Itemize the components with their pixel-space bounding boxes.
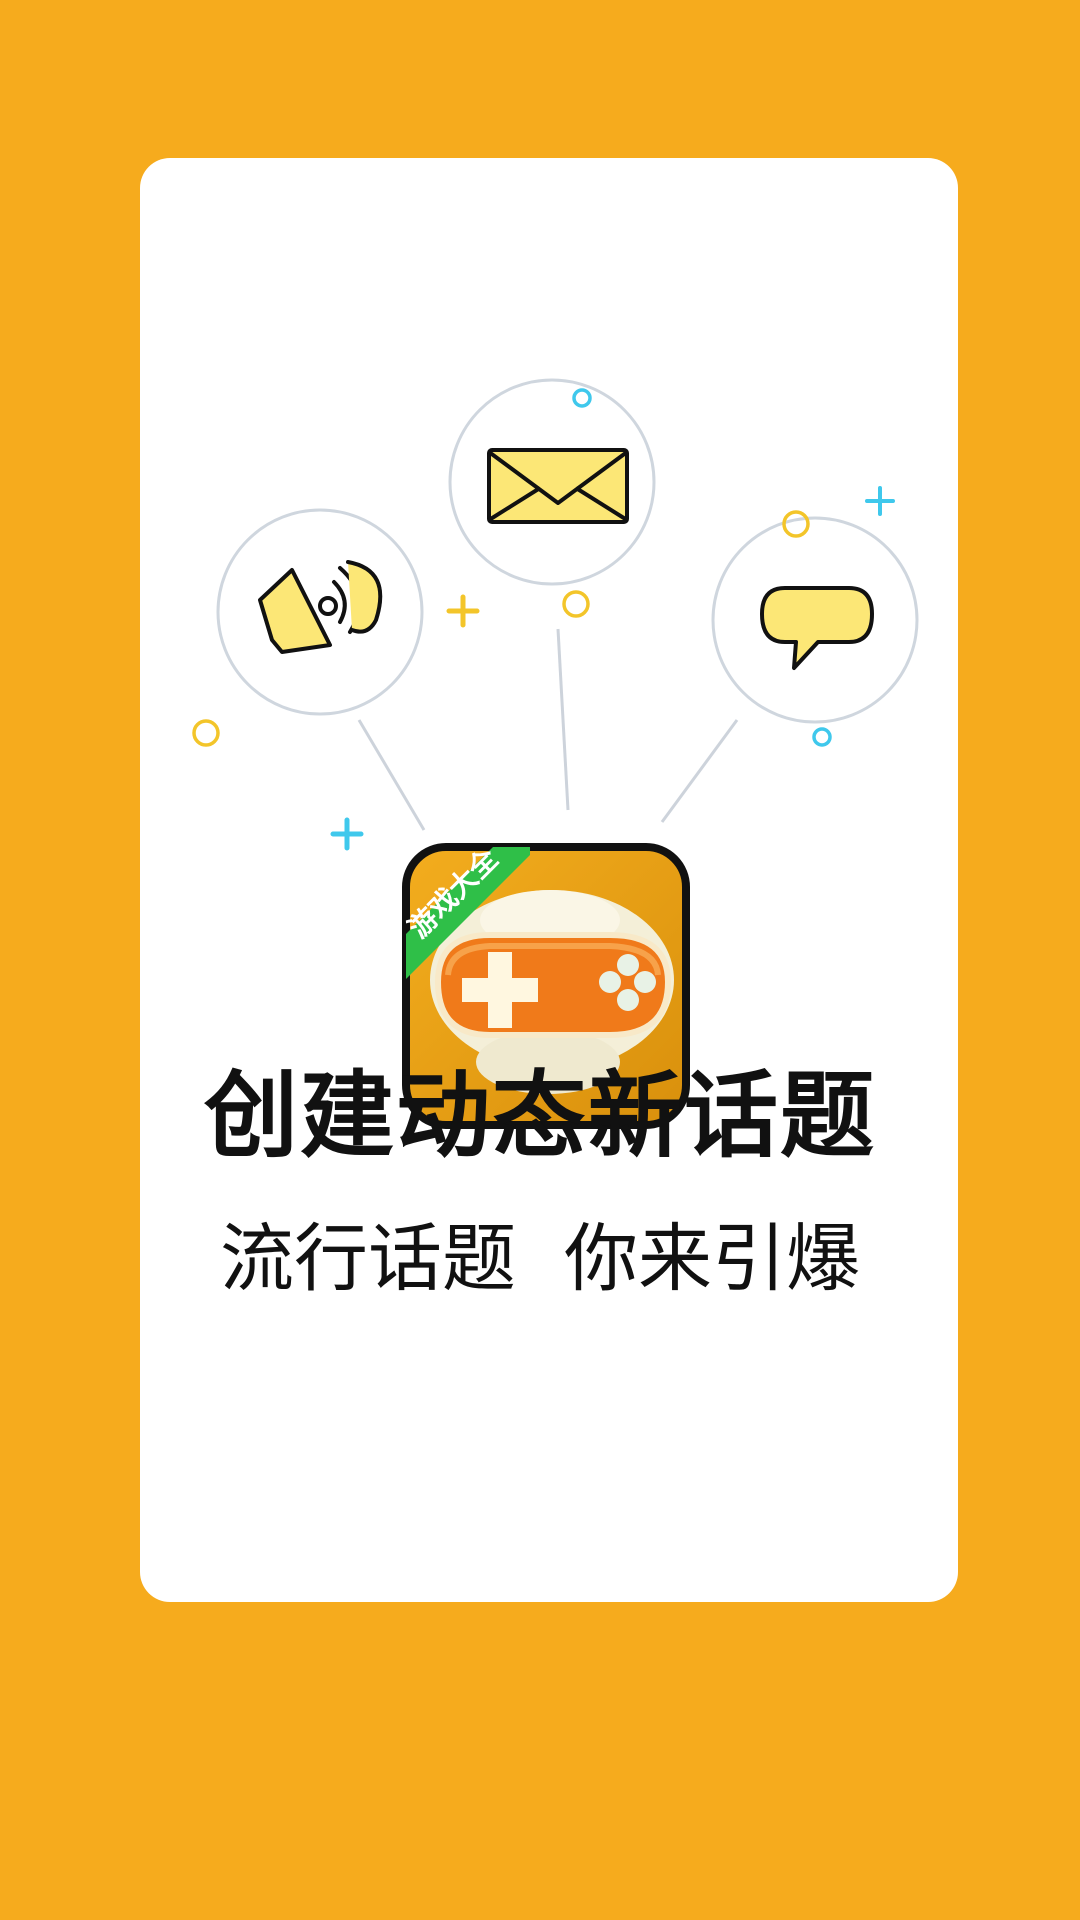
feature-illustration: 游戏大全 (192, 378, 919, 1129)
tagline-part-1: 流行话题 (220, 1216, 516, 1302)
envelope-icon (487, 448, 629, 524)
connector-lines (357, 628, 739, 831)
tagline: 流行话题 你来引爆 (0, 1222, 1080, 1296)
tagline-part-2: 你来引爆 (564, 1216, 860, 1302)
headline: 创建动态新话题 (203, 1062, 876, 1171)
splash-screen: { "app": { "badge_text": "游戏大全" }, "head… (0, 0, 1080, 1920)
